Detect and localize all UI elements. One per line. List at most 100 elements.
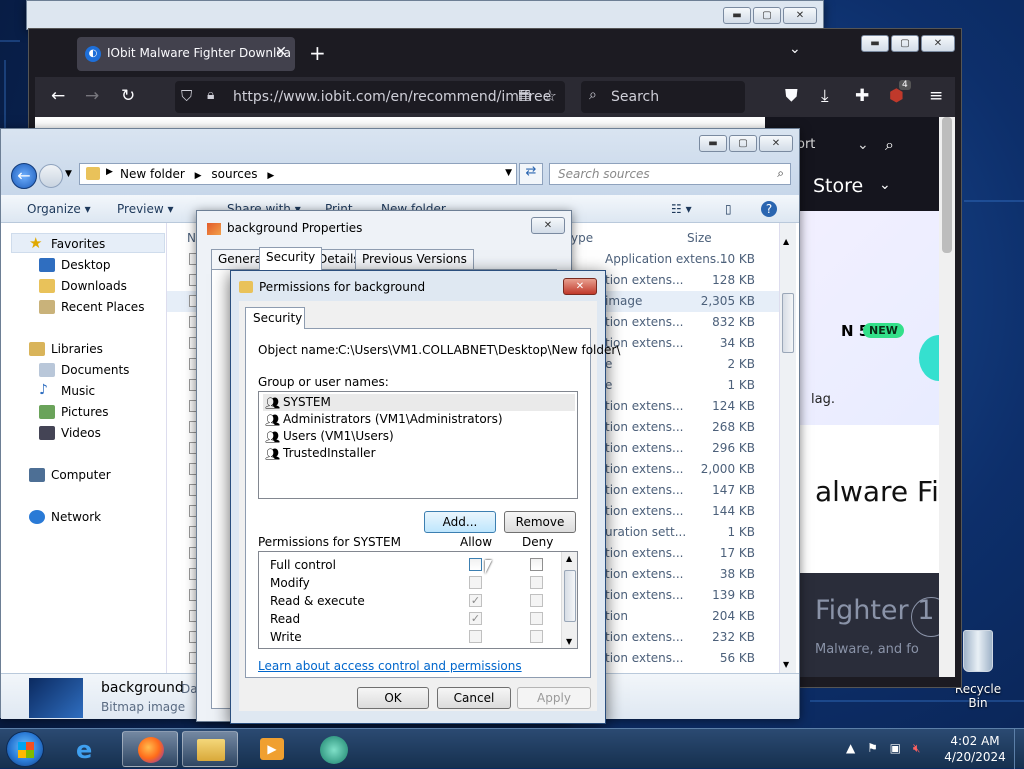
view-options-icon[interactable]: ☷ ▾ xyxy=(671,202,692,216)
breadcrumb-arrow-icon[interactable]: ▶ xyxy=(267,171,274,181)
permission-scroll-thumb[interactable] xyxy=(564,570,576,622)
tab-security[interactable]: Security xyxy=(259,247,323,270)
deny-checkbox[interactable] xyxy=(530,558,543,571)
url-bar[interactable]: ⛉ 🔒︎ https://www.iobit.com/en/recommend/… xyxy=(175,81,565,113)
nav-favorites[interactable]: ★ Favorites xyxy=(29,234,105,252)
tab-close-icon[interactable]: ✕ xyxy=(275,44,287,60)
preview-pane-icon[interactable]: ▯ xyxy=(725,202,732,216)
deny-checkbox[interactable] xyxy=(530,612,543,625)
column-type[interactable]: ype xyxy=(571,231,593,245)
taskbar-internet-explorer[interactable]: e xyxy=(62,731,118,767)
new-tab-button[interactable]: + xyxy=(309,41,326,65)
reload-icon[interactable]: ↻ xyxy=(121,86,135,106)
deny-checkbox[interactable] xyxy=(530,576,543,589)
tab-security[interactable]: Security xyxy=(245,307,305,329)
breadcrumb-arrow-icon[interactable]: ▶ xyxy=(195,171,202,181)
flag-icon[interactable]: ⚑ xyxy=(867,741,878,755)
allow-checkbox[interactable]: ✓ xyxy=(469,594,482,607)
forward-button[interactable] xyxy=(39,164,63,188)
address-dropdown-icon[interactable]: ▼ xyxy=(505,168,512,178)
tab-list-chevron-icon[interactable]: ⌄ xyxy=(789,41,801,57)
taskbar-media-player[interactable]: ▶ xyxy=(244,731,300,767)
network-icon[interactable]: ▣ xyxy=(890,741,901,755)
nav-music[interactable]: ♪ Music xyxy=(39,382,95,398)
scroll-up-icon[interactable]: ▲ xyxy=(783,237,789,246)
allow-checkbox[interactable] xyxy=(469,630,482,643)
close-button[interactable]: ✕ xyxy=(531,217,565,234)
volume-muted-icon[interactable]: 🔇︎ xyxy=(913,741,921,755)
taskbar-explorer[interactable] xyxy=(182,731,238,767)
taskbar-firefox[interactable] xyxy=(122,731,178,767)
close-button[interactable]: ✕ xyxy=(921,35,955,52)
deny-checkbox[interactable] xyxy=(530,594,543,607)
scroll-down-icon[interactable]: ▼ xyxy=(566,637,572,646)
browser-tab[interactable]: ◐ IObit Malware Fighter Downloa ✕ xyxy=(77,37,295,71)
preview-button[interactable]: Preview ▾ xyxy=(117,202,174,216)
column-name[interactable]: N xyxy=(187,231,196,245)
show-hidden-icons-icon[interactable]: ▲ xyxy=(846,741,855,755)
scroll-up-icon[interactable]: ▲ xyxy=(566,554,572,563)
breadcrumb-arrow-icon[interactable]: ▶ xyxy=(106,167,113,177)
forward-arrow-icon[interactable]: → xyxy=(85,86,99,106)
extensions-icon[interactable]: ✚ xyxy=(855,86,869,106)
refresh-icon[interactable]: ⇄ xyxy=(519,163,543,185)
nav-videos[interactable]: Videos xyxy=(39,426,101,440)
remove-button[interactable]: Remove xyxy=(504,511,576,533)
address-bar[interactable]: ▶ New folder ▶ sources ▶ ▼ xyxy=(79,163,517,185)
nav-network[interactable]: Network xyxy=(29,510,101,524)
deny-checkbox[interactable] xyxy=(530,630,543,643)
allow-checkbox[interactable] xyxy=(469,576,482,589)
search-box[interactable]: ⌕ Search xyxy=(581,81,745,113)
tab-previous-versions[interactable]: Previous Versions xyxy=(355,249,474,269)
store-menu[interactable]: Store xyxy=(813,175,863,197)
maximize-button[interactable]: ▢ xyxy=(891,35,919,52)
minimize-button[interactable]: ▬ xyxy=(861,35,889,52)
allow-checkbox[interactable] xyxy=(469,558,482,571)
site-search-icon[interactable]: ⌕ xyxy=(885,135,894,155)
group-item-administrators[interactable]: 👥︎ Administrators (VM1\Administrators) xyxy=(263,411,575,428)
download-icon[interactable]: ⤓ xyxy=(821,86,829,106)
bookmark-star-icon[interactable]: ☆ xyxy=(543,86,557,105)
page-scrollbar[interactable] xyxy=(939,117,955,677)
group-list[interactable]: 👥︎ SYSTEM 👥︎ Administrators (VM1\Administr… xyxy=(258,391,578,499)
ok-button[interactable]: OK xyxy=(357,687,429,709)
minimize-button[interactable]: ▬ xyxy=(723,7,751,24)
nav-libraries[interactable]: Libraries xyxy=(29,342,103,356)
group-item-users[interactable]: 👥︎ Users (VM1\Users) xyxy=(263,428,575,445)
nav-pictures[interactable]: Pictures xyxy=(39,405,109,419)
show-desktop-button[interactable] xyxy=(1014,729,1024,769)
nav-documents[interactable]: Documents xyxy=(39,363,129,377)
organize-button[interactable]: Organize ▾ xyxy=(27,202,91,216)
start-button[interactable] xyxy=(6,731,44,767)
group-item-trustedinstaller[interactable]: 👥︎ TrustedInstaller xyxy=(263,445,575,462)
taskbar-app[interactable] xyxy=(306,731,362,767)
shield-icon[interactable]: ⛉ xyxy=(181,87,192,105)
reader-view-icon[interactable]: ▤ xyxy=(518,87,531,103)
nav-downloads[interactable]: Downloads xyxy=(39,279,127,293)
lock-icon[interactable]: 🔒︎ xyxy=(207,87,214,103)
allow-checkbox[interactable]: ✓ xyxy=(469,612,482,625)
access-control-help-link[interactable]: Learn about access control and permissio… xyxy=(258,659,522,673)
close-button[interactable]: ✕ xyxy=(563,278,597,295)
apply-button[interactable]: Apply xyxy=(517,687,591,709)
page-scrollbar-thumb[interactable] xyxy=(942,117,952,253)
breadcrumb-new-folder[interactable]: New folder xyxy=(120,167,185,181)
clock[interactable]: 4:02 AM 4/20/2024 xyxy=(940,733,1010,765)
back-button[interactable]: ← xyxy=(11,163,37,189)
menu-icon[interactable]: ≡ xyxy=(929,86,943,106)
nav-desktop[interactable]: Desktop xyxy=(39,258,111,272)
close-button[interactable]: ✕ xyxy=(759,135,793,152)
column-size[interactable]: Size xyxy=(687,231,712,245)
nav-computer[interactable]: Computer xyxy=(29,468,111,482)
maximize-button[interactable]: ▢ xyxy=(753,7,781,24)
scroll-down-icon[interactable]: ▼ xyxy=(783,660,789,669)
close-button[interactable]: ✕ xyxy=(783,7,817,24)
recent-pages-chevron-icon[interactable]: ▼ xyxy=(65,169,72,179)
back-arrow-icon[interactable]: ← xyxy=(51,86,65,106)
cancel-button[interactable]: Cancel xyxy=(437,687,511,709)
file-list-scrollbar[interactable]: ▲ ▼ xyxy=(779,223,796,673)
group-item-system[interactable]: 👥︎ SYSTEM xyxy=(263,394,575,411)
search-input[interactable]: Search sources ⌕ xyxy=(549,163,791,185)
permission-list-scrollbar[interactable]: ▲ ▼ xyxy=(561,552,577,648)
nav-recent-places[interactable]: Recent Places xyxy=(39,300,144,314)
